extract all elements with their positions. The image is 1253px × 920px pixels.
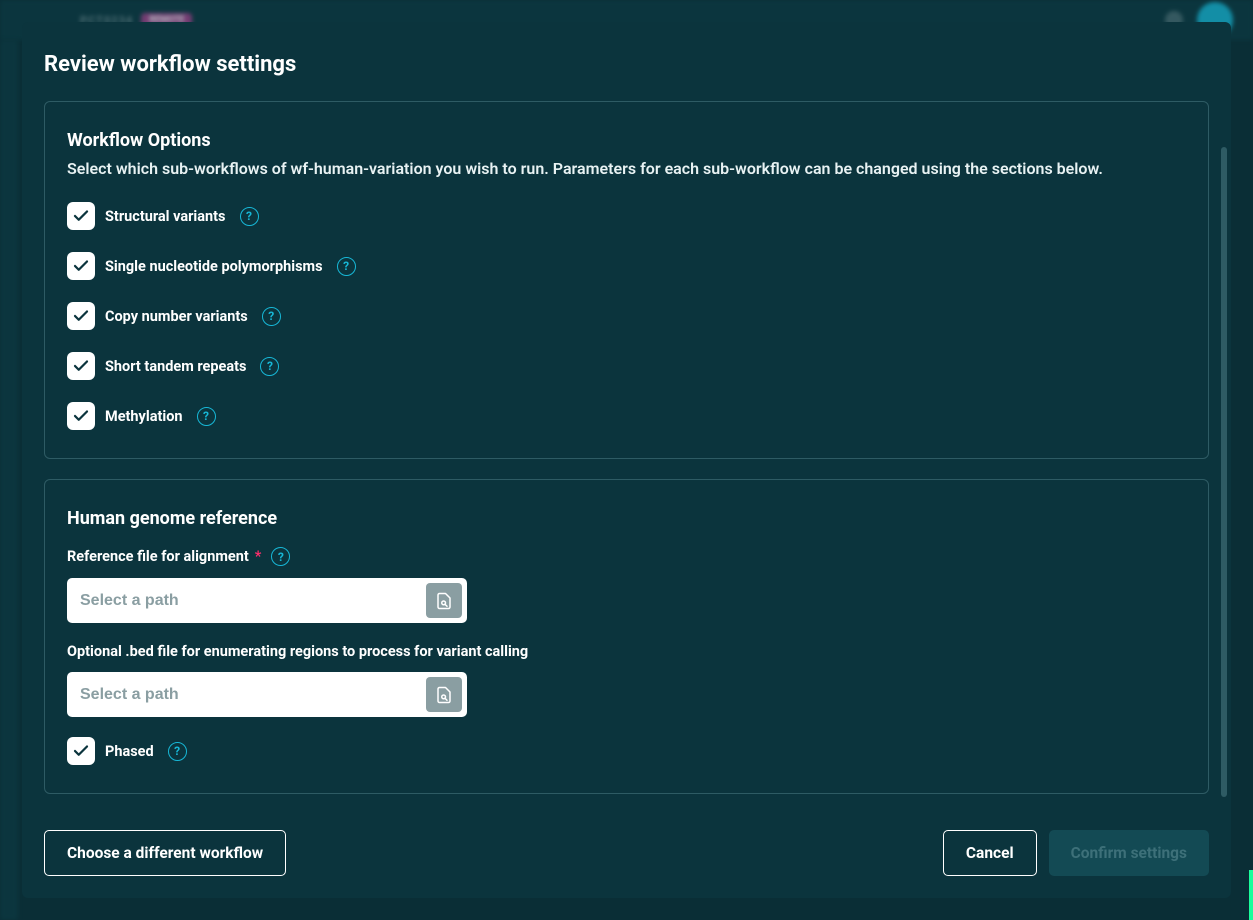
check-icon (72, 307, 90, 325)
workflow-options-title: Workflow Options (67, 130, 1186, 151)
modal-body: Workflow Options Select which sub-workfl… (22, 87, 1231, 808)
modal-header: Review workflow settings (22, 22, 1231, 87)
bed-file-label: Optional .bed file for enumerating regio… (67, 643, 1186, 660)
reference-file-browse-button[interactable] (426, 583, 462, 618)
reference-file-input-wrap (67, 578, 467, 623)
checkbox-phased[interactable] (67, 737, 95, 765)
reference-file-field: Reference file for alignment * ? (67, 547, 1186, 623)
bed-file-browse-button[interactable] (426, 677, 462, 712)
reference-file-label-text: Reference file for alignment (67, 548, 249, 565)
check-icon (72, 407, 90, 425)
help-icon[interactable]: ? (337, 257, 356, 276)
option-cnv: Copy number variants ? (67, 302, 1186, 330)
workflow-options-panel: Workflow Options Select which sub-workfl… (44, 101, 1209, 459)
bed-file-label-text: Optional .bed file for enumerating regio… (67, 643, 528, 660)
modal-title: Review workflow settings (44, 52, 1209, 77)
confirm-settings-button[interactable]: Confirm settings (1049, 830, 1209, 876)
bed-file-input[interactable] (72, 677, 426, 712)
workflow-options-desc: Select which sub-workflows of wf-human-v… (67, 157, 1186, 180)
cancel-button[interactable]: Cancel (943, 830, 1037, 876)
option-label: Structural variants (105, 208, 226, 225)
choose-different-workflow-button[interactable]: Choose a different workflow (44, 830, 286, 876)
genome-reference-panel: Human genome reference Reference file fo… (44, 479, 1209, 794)
check-icon (72, 742, 90, 760)
option-label: Methylation (105, 408, 183, 425)
option-phased: Phased ? (67, 737, 1186, 765)
checkbox-cnv[interactable] (67, 302, 95, 330)
check-icon (72, 257, 90, 275)
checkbox-methylation[interactable] (67, 402, 95, 430)
option-snp: Single nucleotide polymorphisms ? (67, 252, 1186, 280)
check-icon (72, 207, 90, 225)
required-star: * (255, 548, 262, 565)
bed-file-field: Optional .bed file for enumerating regio… (67, 643, 1186, 717)
help-icon[interactable]: ? (168, 742, 187, 761)
modal-footer: Choose a different workflow Cancel Confi… (22, 808, 1231, 898)
help-icon[interactable]: ? (271, 547, 290, 566)
app-sidebar-blur (0, 40, 18, 920)
option-label: Phased (105, 743, 154, 760)
help-icon[interactable]: ? (262, 307, 281, 326)
help-icon[interactable]: ? (260, 357, 279, 376)
option-label: Single nucleotide polymorphisms (105, 258, 323, 275)
bed-file-input-wrap (67, 672, 467, 717)
genome-reference-title: Human genome reference (67, 508, 1186, 529)
help-icon[interactable]: ? (240, 207, 259, 226)
check-icon (72, 357, 90, 375)
reference-file-label: Reference file for alignment * ? (67, 547, 1186, 566)
option-label: Short tandem repeats (105, 358, 246, 375)
scrollbar-thumb[interactable] (1221, 147, 1227, 797)
reference-file-input[interactable] (72, 583, 426, 618)
option-structural-variants: Structural variants ? (67, 202, 1186, 230)
workflow-settings-modal: Review workflow settings Workflow Option… (22, 22, 1231, 898)
checkbox-snp[interactable] (67, 252, 95, 280)
option-str: Short tandem repeats ? (67, 352, 1186, 380)
option-label: Copy number variants (105, 308, 248, 325)
file-search-icon (435, 686, 453, 704)
checkbox-structural-variants[interactable] (67, 202, 95, 230)
accent-bar (1249, 870, 1253, 920)
help-icon[interactable]: ? (197, 407, 216, 426)
checkbox-str[interactable] (67, 352, 95, 380)
option-methylation: Methylation ? (67, 402, 1186, 430)
file-search-icon (435, 592, 453, 610)
